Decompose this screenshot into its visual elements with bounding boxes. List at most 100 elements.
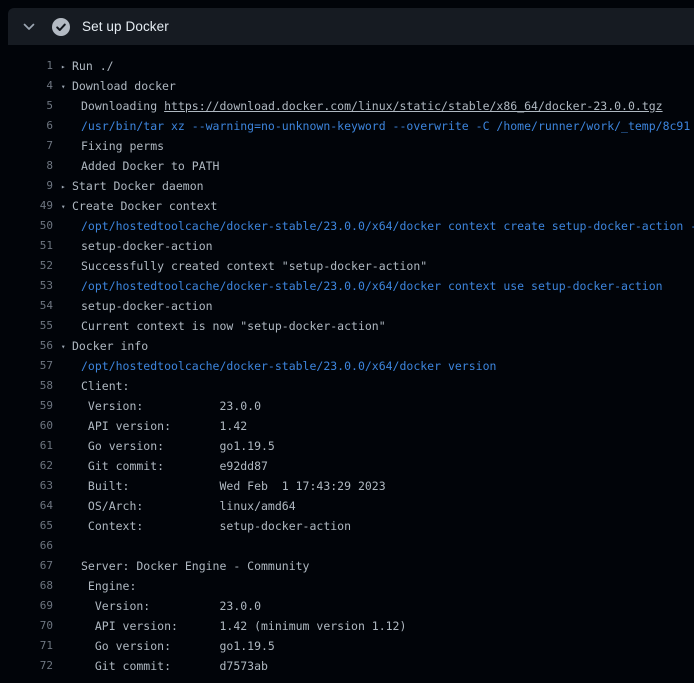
log-group-header[interactable]: ▸Start Docker daemon bbox=[53, 176, 694, 196]
log-plain-text: API version: 1.42 bbox=[81, 419, 247, 433]
log-plain-text: Built: Wed Feb 1 17:43:29 2023 bbox=[81, 479, 386, 493]
line-number[interactable]: 60 bbox=[0, 416, 53, 436]
log-group-header[interactable]: ▾Download docker bbox=[53, 76, 694, 96]
triangle-expanded-icon[interactable]: ▾ bbox=[61, 197, 72, 216]
line-number[interactable]: 61 bbox=[0, 436, 53, 456]
log-text: Context: setup-docker-action bbox=[53, 516, 694, 536]
log-text: Go version: go1.19.5 bbox=[53, 436, 694, 456]
log-text: Version: 23.0.0 bbox=[53, 596, 694, 616]
log-plain-text: Git commit: e92dd87 bbox=[81, 459, 268, 473]
log-text: Client: bbox=[53, 376, 694, 396]
line-number[interactable]: 70 bbox=[0, 616, 53, 636]
log-plain-text: Added Docker to PATH bbox=[81, 159, 219, 173]
log-line: 51 setup-docker-action bbox=[0, 236, 694, 256]
log-line: 65 Context: setup-docker-action bbox=[0, 516, 694, 536]
log-text: Server: Docker Engine - Community bbox=[53, 556, 694, 576]
triangle-expanded-icon[interactable]: ▾ bbox=[61, 77, 72, 96]
log-line: 53/opt/hostedtoolcache/docker-stable/23.… bbox=[0, 276, 694, 296]
log-plain-text: Start Docker daemon bbox=[72, 179, 204, 193]
log-plain-text: setup-docker-action bbox=[81, 239, 213, 253]
log-text: Added Docker to PATH bbox=[53, 156, 694, 176]
log-line: 69 Version: 23.0.0 bbox=[0, 596, 694, 616]
log-plain-text: Go version: go1.19.5 bbox=[81, 439, 275, 453]
log-plain-text: OS/Arch: linux/amd64 bbox=[81, 499, 296, 513]
log-line: 72 Git commit: d7573ab bbox=[0, 656, 694, 676]
line-number[interactable]: 66 bbox=[0, 536, 53, 556]
line-number[interactable]: 72 bbox=[0, 656, 53, 676]
line-number[interactable]: 67 bbox=[0, 556, 53, 576]
log-text: setup-docker-action bbox=[53, 296, 694, 316]
log-line: 62 Git commit: e92dd87 bbox=[0, 456, 694, 476]
log-plain-text: Client: bbox=[81, 379, 129, 393]
line-number[interactable]: 49 bbox=[0, 196, 53, 216]
log-group-header[interactable]: ▾Create Docker context bbox=[53, 196, 694, 216]
log-url-link[interactable]: https://download.docker.com/linux/static… bbox=[164, 99, 663, 113]
log-plain-text: Current context is now "setup-docker-act… bbox=[81, 319, 386, 333]
line-number[interactable]: 4 bbox=[0, 76, 53, 96]
log-line: 50/opt/hostedtoolcache/docker-stable/23.… bbox=[0, 216, 694, 236]
log-text: API version: 1.42 (minimum version 1.12) bbox=[53, 616, 694, 636]
log-line: 54setup-docker-action bbox=[0, 296, 694, 316]
log-text: OS/Arch: linux/amd64 bbox=[53, 496, 694, 516]
step-header[interactable]: Set up Docker bbox=[8, 8, 694, 45]
log-text: /opt/hostedtoolcache/docker-stable/23.0.… bbox=[53, 356, 694, 376]
log-text: Engine: bbox=[53, 576, 694, 596]
log-plain-text: Run ./ bbox=[72, 59, 114, 73]
chevron-down-icon[interactable] bbox=[22, 20, 36, 34]
line-number[interactable]: 8 bbox=[0, 156, 53, 176]
log-text: Go version: go1.19.5 bbox=[53, 636, 694, 656]
log-plain-text: Download docker bbox=[72, 79, 176, 93]
line-number[interactable]: 54 bbox=[0, 296, 53, 316]
triangle-collapsed-icon[interactable]: ▸ bbox=[61, 57, 72, 76]
log-line: 66 bbox=[0, 536, 694, 556]
log-line: 71 Go version: go1.19.5 bbox=[0, 636, 694, 656]
log-text: setup-docker-action bbox=[53, 236, 694, 256]
triangle-collapsed-icon[interactable]: ▸ bbox=[61, 177, 72, 196]
line-number[interactable]: 5 bbox=[0, 96, 53, 116]
line-number[interactable]: 69 bbox=[0, 596, 53, 616]
log-text: Built: Wed Feb 1 17:43:29 2023 bbox=[53, 476, 694, 496]
line-number[interactable]: 9 bbox=[0, 176, 53, 196]
log-line: 61 Go version: go1.19.5 bbox=[0, 436, 694, 456]
check-circle-icon bbox=[52, 18, 70, 36]
log-group-header[interactable]: ▾Docker info bbox=[53, 336, 694, 356]
line-number[interactable]: 64 bbox=[0, 496, 53, 516]
log-line: 52 Successfully created context "setup-do… bbox=[0, 256, 694, 276]
log-text: Current context is now "setup-docker-act… bbox=[53, 316, 694, 336]
line-number[interactable]: 68 bbox=[0, 576, 53, 596]
log-text: Git commit: e92dd87 bbox=[53, 456, 694, 476]
line-number[interactable]: 58 bbox=[0, 376, 53, 396]
log-line: 64 OS/Arch: linux/amd64 bbox=[0, 496, 694, 516]
log-command-text: /opt/hostedtoolcache/docker-stable/23.0.… bbox=[81, 279, 663, 293]
line-number[interactable]: 55 bbox=[0, 316, 53, 336]
line-number[interactable]: 57 bbox=[0, 356, 53, 376]
log-plain-text: Version: 23.0.0 bbox=[81, 399, 261, 413]
log-viewer: 1▸Run ./4▾Download docker5Downloading ht… bbox=[0, 45, 694, 676]
log-line: 60 API version: 1.42 bbox=[0, 416, 694, 436]
log-plain-text: Downloading bbox=[81, 99, 164, 113]
line-number[interactable]: 6 bbox=[0, 116, 53, 136]
log-plain-text: Engine: bbox=[81, 579, 136, 593]
log-plain-text: Successfully created context "setup-dock… bbox=[81, 259, 427, 273]
line-number[interactable]: 62 bbox=[0, 456, 53, 476]
log-line: 58 Client: bbox=[0, 376, 694, 396]
log-plain-text: Go version: go1.19.5 bbox=[81, 639, 275, 653]
line-number[interactable]: 59 bbox=[0, 396, 53, 416]
log-line: 57/opt/hostedtoolcache/docker-stable/23.… bbox=[0, 356, 694, 376]
log-group-header[interactable]: ▸Run ./ bbox=[53, 56, 694, 76]
line-number[interactable]: 51 bbox=[0, 236, 53, 256]
line-number[interactable]: 63 bbox=[0, 476, 53, 496]
line-number[interactable]: 56 bbox=[0, 336, 53, 356]
log-line: 9▸Start Docker daemon bbox=[0, 176, 694, 196]
log-command-text: /opt/hostedtoolcache/docker-stable/23.0.… bbox=[81, 359, 496, 373]
triangle-expanded-icon[interactable]: ▾ bbox=[61, 337, 72, 356]
line-number[interactable]: 53 bbox=[0, 276, 53, 296]
line-number[interactable]: 71 bbox=[0, 636, 53, 656]
step-title: Set up Docker bbox=[82, 19, 169, 34]
line-number[interactable]: 1 bbox=[0, 56, 53, 76]
line-number[interactable]: 65 bbox=[0, 516, 53, 536]
log-text: Downloading https://download.docker.com/… bbox=[53, 96, 694, 116]
line-number[interactable]: 7 bbox=[0, 136, 53, 156]
line-number[interactable]: 50 bbox=[0, 216, 53, 236]
line-number[interactable]: 52 bbox=[0, 256, 53, 276]
